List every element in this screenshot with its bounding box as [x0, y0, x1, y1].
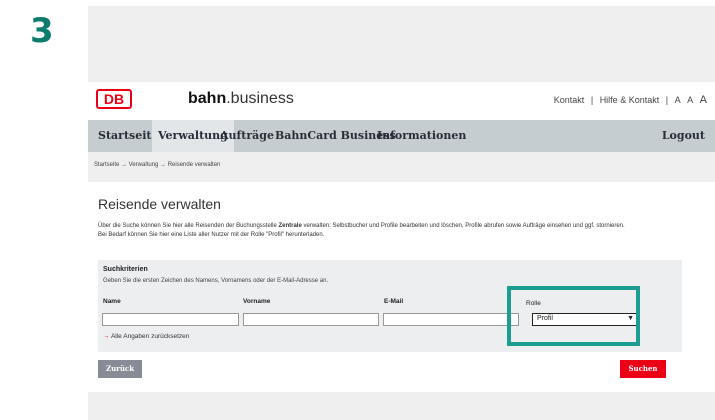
help-contact-link[interactable]: Hilfe & Kontakt — [600, 95, 660, 105]
brand-name: bahn.business — [188, 90, 294, 108]
brand-suffix: .business — [226, 90, 294, 107]
logout-link[interactable]: Logout — [662, 120, 705, 152]
desc-text-2: verwalten: Selbstbucher und Profile bear… — [301, 223, 625, 229]
arrow-right-icon: → — [103, 333, 110, 340]
breadcrumb: Startseite → Verwaltung → Reisende verwa… — [88, 152, 715, 178]
main-nav: Startseite Verwaltung Aufträge BahnCard … — [88, 120, 715, 152]
top-links: Kontakt | Hilfe & Kontakt | A A A — [552, 94, 709, 106]
nav-startseite[interactable]: Startseite — [98, 120, 158, 152]
page-title: Reisende verwalten — [98, 196, 221, 212]
search-button[interactable]: Suchen — [620, 360, 666, 378]
nav-informationen[interactable]: Informationen — [377, 120, 466, 152]
email-label: E-Mail — [384, 298, 404, 305]
search-title: Suchkriterien — [103, 266, 148, 273]
rolle-highlight-box — [507, 286, 640, 346]
brand-bold: bahn — [188, 90, 227, 107]
separator: | — [590, 95, 594, 105]
font-size-medium-button[interactable]: A — [687, 95, 693, 105]
nav-auftraege[interactable]: Aufträge — [220, 120, 274, 152]
site-header: DB bahn.business Kontakt | Hilfe & Konta… — [88, 82, 715, 120]
breadcrumb-text[interactable]: Startseite → Verwaltung → Reisende verwa… — [94, 162, 220, 168]
separator: | — [665, 95, 669, 105]
name-input[interactable] — [102, 313, 239, 326]
email-input[interactable] — [383, 313, 519, 326]
db-logo[interactable]: DB — [96, 89, 132, 109]
step-number: 3 — [30, 11, 54, 51]
desc-text-1: Über die Suche können Sie hier alle Reis… — [98, 223, 279, 229]
vorname-label: Vorname — [243, 298, 271, 305]
reset-label: Alle Angaben zurücksetzen — [110, 333, 190, 340]
page-description: Über die Suche können Sie hier alle Reis… — [98, 222, 698, 240]
back-button[interactable]: Zurück — [98, 360, 142, 378]
vorname-input[interactable] — [243, 313, 379, 326]
reset-link[interactable]: → Alle Angaben zurücksetzen — [103, 333, 189, 340]
font-size-large-button[interactable]: A — [700, 94, 707, 106]
font-size-small-button[interactable]: A — [675, 95, 681, 105]
contact-link[interactable]: Kontakt — [554, 95, 585, 105]
desc-text-3: Bei Bedarf können Sie hier eine Liste al… — [98, 232, 325, 238]
search-hint: Geben Sie die ersten Zeichen des Namens,… — [103, 278, 329, 284]
desc-bold: Zentrale — [278, 223, 302, 229]
name-label: Name — [103, 298, 121, 305]
